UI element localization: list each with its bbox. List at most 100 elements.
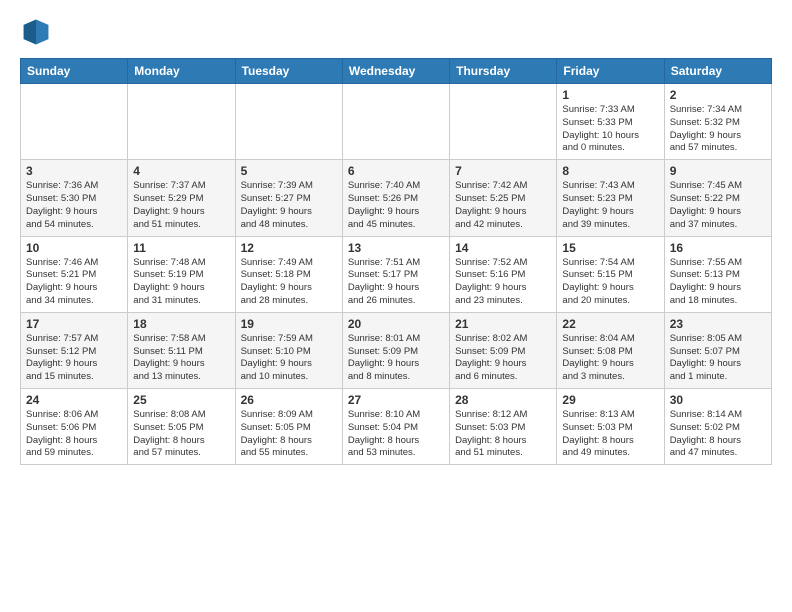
day-info: Sunrise: 8:09 AMSunset: 5:05 PMDaylight:… — [241, 409, 337, 460]
day-number: 23 — [670, 317, 766, 331]
day-info: Sunrise: 7:33 AMSunset: 5:33 PMDaylight:… — [562, 104, 658, 155]
day-info: Sunrise: 8:04 AMSunset: 5:08 PMDaylight:… — [562, 333, 658, 384]
day-info: Sunrise: 8:05 AMSunset: 5:07 PMDaylight:… — [670, 333, 766, 384]
day-info: Sunrise: 8:08 AMSunset: 5:05 PMDaylight:… — [133, 409, 229, 460]
day-number: 16 — [670, 241, 766, 255]
day-info: Sunrise: 8:12 AMSunset: 5:03 PMDaylight:… — [455, 409, 551, 460]
logo-icon — [20, 16, 52, 48]
day-cell: 30Sunrise: 8:14 AMSunset: 5:02 PMDayligh… — [664, 389, 771, 465]
week-row-1: 1 Sunrise: 7:33 AMSunset: 5:33 PMDaylight… — [21, 84, 772, 160]
day-number: 28 — [455, 393, 551, 407]
day-cell: 20 Sunrise: 8:01 AMSunset: 5:09 PMDayligh… — [342, 312, 449, 388]
day-info: Sunrise: 7:42 AMSunset: 5:25 PMDaylight:… — [455, 180, 551, 231]
day-cell: 7Sunrise: 7:42 AMSunset: 5:25 PMDaylight… — [450, 160, 557, 236]
day-cell: 10 Sunrise: 7:46 AMSunset: 5:21 PMDayligh… — [21, 236, 128, 312]
day-number: 6 — [348, 164, 444, 178]
weekday-header-row: SundayMondayTuesdayWednesdayThursdayFrid… — [21, 59, 772, 84]
day-info: Sunrise: 8:01 AMSunset: 5:09 PMDaylight:… — [348, 333, 444, 384]
day-number: 30 — [670, 393, 766, 407]
day-number: 5 — [241, 164, 337, 178]
day-info: Sunrise: 7:39 AMSunset: 5:27 PMDaylight:… — [241, 180, 337, 231]
day-info: Sunrise: 7:46 AMSunset: 5:21 PMDaylight:… — [26, 257, 122, 308]
day-info: Sunrise: 8:02 AMSunset: 5:09 PMDaylight:… — [455, 333, 551, 384]
day-number: 4 — [133, 164, 229, 178]
day-cell: 11 Sunrise: 7:48 AMSunset: 5:19 PMDayligh… — [128, 236, 235, 312]
day-cell — [235, 84, 342, 160]
day-cell: 3 Sunrise: 7:36 AMSunset: 5:30 PMDaylight… — [21, 160, 128, 236]
day-cell: 9 Sunrise: 7:45 AMSunset: 5:22 PMDaylight… — [664, 160, 771, 236]
day-cell: 29 Sunrise: 8:13 AMSunset: 5:03 PMDayligh… — [557, 389, 664, 465]
day-number: 22 — [562, 317, 658, 331]
day-cell — [21, 84, 128, 160]
day-number: 27 — [348, 393, 444, 407]
day-cell: 13 Sunrise: 7:51 AMSunset: 5:17 PMDayligh… — [342, 236, 449, 312]
day-number: 11 — [133, 241, 229, 255]
day-info: Sunrise: 7:43 AMSunset: 5:23 PMDaylight:… — [562, 180, 658, 231]
day-cell: 14 Sunrise: 7:52 AMSunset: 5:16 PMDayligh… — [450, 236, 557, 312]
day-number: 2 — [670, 88, 766, 102]
day-number: 15 — [562, 241, 658, 255]
day-cell: 23 Sunrise: 8:05 AMSunset: 5:07 PMDayligh… — [664, 312, 771, 388]
day-number: 9 — [670, 164, 766, 178]
day-number: 21 — [455, 317, 551, 331]
day-info: Sunrise: 7:45 AMSunset: 5:22 PMDaylight:… — [670, 180, 766, 231]
header — [20, 16, 772, 48]
day-info: Sunrise: 7:49 AMSunset: 5:18 PMDaylight:… — [241, 257, 337, 308]
day-cell: 15 Sunrise: 7:54 AMSunset: 5:15 PMDayligh… — [557, 236, 664, 312]
day-info: Sunrise: 7:52 AMSunset: 5:16 PMDaylight:… — [455, 257, 551, 308]
day-info: Sunrise: 7:48 AMSunset: 5:19 PMDaylight:… — [133, 257, 229, 308]
day-cell: 22 Sunrise: 8:04 AMSunset: 5:08 PMDayligh… — [557, 312, 664, 388]
week-row-2: 3 Sunrise: 7:36 AMSunset: 5:30 PMDaylight… — [21, 160, 772, 236]
day-info: Sunrise: 7:55 AMSunset: 5:13 PMDaylight:… — [670, 257, 766, 308]
day-cell: 16 Sunrise: 7:55 AMSunset: 5:13 PMDayligh… — [664, 236, 771, 312]
day-cell — [128, 84, 235, 160]
day-cell: 8Sunrise: 7:43 AMSunset: 5:23 PMDaylight… — [557, 160, 664, 236]
weekday-header-monday: Monday — [128, 59, 235, 84]
day-cell: 4Sunrise: 7:37 AMSunset: 5:29 PMDaylight… — [128, 160, 235, 236]
day-number: 20 — [348, 317, 444, 331]
day-info: Sunrise: 7:36 AMSunset: 5:30 PMDaylight:… — [26, 180, 122, 231]
day-info: Sunrise: 7:57 AMSunset: 5:12 PMDaylight:… — [26, 333, 122, 384]
day-number: 13 — [348, 241, 444, 255]
day-cell: 26 Sunrise: 8:09 AMSunset: 5:05 PMDayligh… — [235, 389, 342, 465]
day-number: 1 — [562, 88, 658, 102]
day-cell: 5 Sunrise: 7:39 AMSunset: 5:27 PMDaylight… — [235, 160, 342, 236]
day-cell — [450, 84, 557, 160]
day-info: Sunrise: 7:54 AMSunset: 5:15 PMDaylight:… — [562, 257, 658, 308]
day-number: 17 — [26, 317, 122, 331]
day-info: Sunrise: 7:58 AMSunset: 5:11 PMDaylight:… — [133, 333, 229, 384]
weekday-header-thursday: Thursday — [450, 59, 557, 84]
day-number: 29 — [562, 393, 658, 407]
day-cell: 25 Sunrise: 8:08 AMSunset: 5:05 PMDayligh… — [128, 389, 235, 465]
weekday-header-tuesday: Tuesday — [235, 59, 342, 84]
day-cell: 17 Sunrise: 7:57 AMSunset: 5:12 PMDayligh… — [21, 312, 128, 388]
day-number: 25 — [133, 393, 229, 407]
day-cell — [342, 84, 449, 160]
day-number: 12 — [241, 241, 337, 255]
day-number: 26 — [241, 393, 337, 407]
day-cell: 12 Sunrise: 7:49 AMSunset: 5:18 PMDayligh… — [235, 236, 342, 312]
day-number: 3 — [26, 164, 122, 178]
day-info: Sunrise: 7:51 AMSunset: 5:17 PMDaylight:… — [348, 257, 444, 308]
day-number: 19 — [241, 317, 337, 331]
day-number: 14 — [455, 241, 551, 255]
day-number: 18 — [133, 317, 229, 331]
day-info: Sunrise: 7:59 AMSunset: 5:10 PMDaylight:… — [241, 333, 337, 384]
logo — [20, 16, 54, 48]
day-cell: 28 Sunrise: 8:12 AMSunset: 5:03 PMDayligh… — [450, 389, 557, 465]
day-cell: 24Sunrise: 8:06 AMSunset: 5:06 PMDayligh… — [21, 389, 128, 465]
day-info: Sunrise: 8:13 AMSunset: 5:03 PMDaylight:… — [562, 409, 658, 460]
weekday-header-wednesday: Wednesday — [342, 59, 449, 84]
day-info: Sunrise: 7:40 AMSunset: 5:26 PMDaylight:… — [348, 180, 444, 231]
day-cell: 21 Sunrise: 8:02 AMSunset: 5:09 PMDayligh… — [450, 312, 557, 388]
day-info: Sunrise: 7:34 AMSunset: 5:32 PMDaylight:… — [670, 104, 766, 155]
day-cell: 2 Sunrise: 7:34 AMSunset: 5:32 PMDaylight… — [664, 84, 771, 160]
weekday-header-saturday: Saturday — [664, 59, 771, 84]
day-cell: 18 Sunrise: 7:58 AMSunset: 5:11 PMDayligh… — [128, 312, 235, 388]
calendar: SundayMondayTuesdayWednesdayThursdayFrid… — [20, 58, 772, 465]
day-cell: 27Sunrise: 8:10 AMSunset: 5:04 PMDayligh… — [342, 389, 449, 465]
day-number: 24 — [26, 393, 122, 407]
day-number: 10 — [26, 241, 122, 255]
weekday-header-friday: Friday — [557, 59, 664, 84]
week-row-4: 17 Sunrise: 7:57 AMSunset: 5:12 PMDayligh… — [21, 312, 772, 388]
